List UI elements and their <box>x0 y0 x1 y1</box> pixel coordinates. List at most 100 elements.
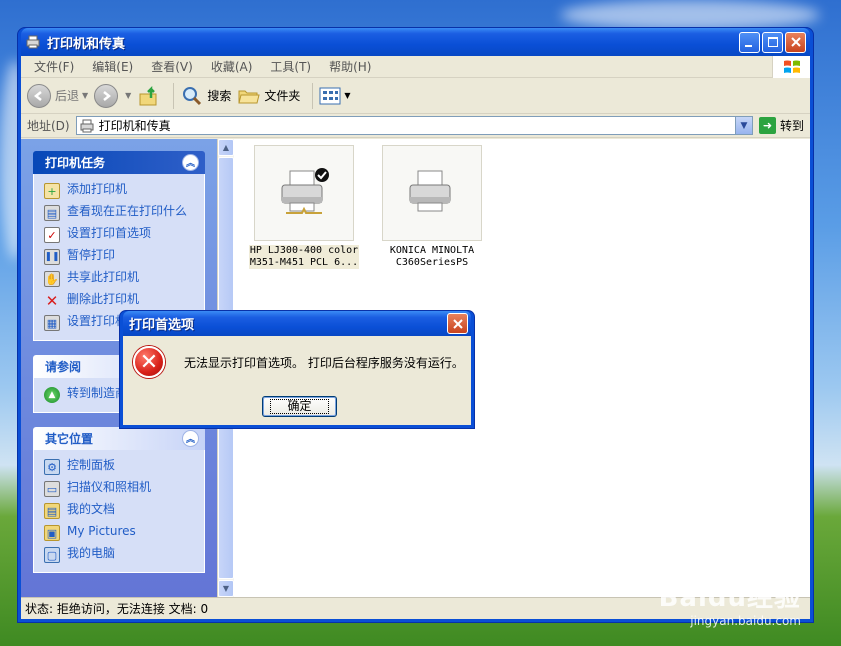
printer-thumbnail <box>254 145 354 241</box>
folders-button[interactable]: 文件夹 <box>237 84 300 108</box>
chevron-down-icon: ▼ <box>344 91 351 100</box>
forward-arrow-icon <box>94 83 119 108</box>
toolbar: 后退 ▼ ▼ 搜索 文件夹 ▼ <box>21 78 810 114</box>
minimize-button[interactable] <box>739 31 760 53</box>
address-input[interactable]: 打印机和传真 ▼ <box>75 116 753 135</box>
printer-icon <box>409 170 451 212</box>
views-button[interactable]: ▼ <box>319 86 351 106</box>
go-button[interactable]: ➜ 转到 <box>753 117 810 134</box>
dialog-body: ✕ 无法显示打印首选项。 打印后台程序服务没有运行。 确定 <box>123 336 471 425</box>
scroll-up-button[interactable]: ▲ <box>218 139 234 156</box>
search-label: 搜索 <box>207 89 232 103</box>
error-dialog: 打印首选项 ✕ 无法显示打印首选项。 打印后台程序服务没有运行。 确定 <box>119 310 475 429</box>
printer-icon <box>281 168 329 214</box>
chevron-down-icon: ▼ <box>125 91 132 100</box>
print-queue-icon: ▤ <box>44 205 60 221</box>
maximize-button[interactable] <box>762 31 783 53</box>
dialog-close-button[interactable] <box>447 313 468 334</box>
folders-label: 文件夹 <box>264 89 301 103</box>
status-text: 状态: 拒绝访问，无法连接 文档: 0 <box>25 602 209 616</box>
printer-label: HP LJ300-400 color M351-M451 PCL 6... <box>249 245 359 269</box>
printer-thumbnail <box>382 145 482 241</box>
printer-item[interactable]: KONICA MINOLTA C360SeriesPS <box>377 145 487 269</box>
share-printer-icon: ✋ <box>44 271 60 287</box>
window-title: 打印机和传真 <box>47 36 126 52</box>
printer-folder-icon <box>80 119 94 132</box>
other-places-body: ⚙ 控制面板 ▭ 扫描仪和照相机 ▤ 我的文档 ▣ My Pictures ▢ … <box>33 450 205 573</box>
views-icon <box>319 87 341 104</box>
task-see-printing[interactable]: ▤ 查看现在正在打印什么 <box>44 202 196 224</box>
search-icon <box>183 86 202 105</box>
task-pause-printing[interactable]: ❚❚ 暂停打印 <box>44 246 196 268</box>
error-icon: ✕ <box>133 346 165 378</box>
address-label: 地址(D) <box>27 119 70 133</box>
address-value: 打印机和传真 <box>98 119 171 133</box>
scroll-down-button[interactable]: ▼ <box>218 580 234 597</box>
add-printer-icon: + <box>44 183 60 199</box>
maximize-icon <box>767 37 778 47</box>
dialog-title: 打印首选项 <box>129 318 195 333</box>
back-label: 后退 <box>55 89 80 103</box>
printer-label: KONICA MINOLTA C360SeriesPS <box>389 245 475 268</box>
address-dropdown-button[interactable]: ▼ <box>734 117 752 134</box>
place-my-documents[interactable]: ▤ 我的文档 <box>44 500 196 522</box>
task-add-printer[interactable]: + 添加打印机 <box>44 180 196 202</box>
go-arrow-icon: ➜ <box>758 117 776 134</box>
menu-bar: 文件(F) 编辑(E) 查看(V) 收藏(A) 工具(T) 帮助(H) <box>21 56 810 78</box>
watermark-logo: Baidu经验 <box>658 583 801 613</box>
printer-properties-icon: ▦ <box>44 315 60 331</box>
place-my-pictures[interactable]: ▣ My Pictures <box>44 522 196 544</box>
address-bar: 地址(D) 打印机和传真 ▼ ➜ 转到 <box>21 114 810 138</box>
up-folder-button[interactable] <box>137 84 161 108</box>
close-icon <box>790 37 801 47</box>
printer-item[interactable]: HP LJ300-400 color M351-M451 PCL 6... <box>249 145 359 269</box>
up-folder-icon <box>139 85 157 105</box>
place-scanners-cameras[interactable]: ▭ 扫描仪和照相机 <box>44 478 196 500</box>
collapse-icon[interactable]: ︽ <box>182 154 199 171</box>
web-link-icon: ▲ <box>44 387 60 403</box>
chevron-down-icon: ▼ <box>82 91 89 100</box>
windows-logo <box>772 56 810 78</box>
menu-favorites[interactable]: 收藏(A) <box>202 58 262 75</box>
menu-help[interactable]: 帮助(H) <box>320 58 380 75</box>
menu-view[interactable]: 查看(V) <box>142 58 202 75</box>
search-button[interactable]: 搜索 <box>180 84 231 108</box>
minimize-icon <box>745 44 752 47</box>
back-arrow-icon <box>27 83 51 108</box>
place-control-panel[interactable]: ⚙ 控制面板 <box>44 456 196 478</box>
delete-icon: ✕ <box>45 291 59 310</box>
watermark: Baidu经验 jingyan.baidu.com <box>659 577 801 628</box>
cloud <box>560 0 820 30</box>
toolbar-separator <box>312 82 314 109</box>
ok-button[interactable]: 确定 <box>262 396 337 417</box>
menu-file[interactable]: 文件(F) <box>25 58 83 75</box>
toolbar-separator <box>173 82 175 109</box>
menu-tools[interactable]: 工具(T) <box>261 58 320 75</box>
other-places-panel: 其它位置 ︽ ⚙ 控制面板 ▭ 扫描仪和照相机 ▤ 我的文档 ▣ My Pict… <box>33 427 205 573</box>
other-places-header[interactable]: 其它位置 ︽ <box>33 427 205 450</box>
preferences-icon: ✓ <box>44 227 60 243</box>
printer-tasks-header[interactable]: 打印机任务 ︽ <box>33 151 205 174</box>
watermark-url: jingyan.baidu.com <box>690 614 801 628</box>
dialog-title-bar[interactable]: 打印首选项 <box>123 311 471 336</box>
title-bar[interactable]: 打印机和传真 <box>21 28 810 56</box>
my-pictures-icon: ▣ <box>44 525 60 541</box>
collapse-icon[interactable]: ︽ <box>182 430 199 447</box>
task-printing-preferences[interactable]: ✓ 设置打印首选项 <box>44 224 196 246</box>
close-icon <box>452 318 463 329</box>
pause-printer-icon: ❚❚ <box>44 249 60 265</box>
dialog-message: 无法显示打印首选项。 打印后台程序服务没有运行。 <box>184 356 464 370</box>
my-computer-icon: ▢ <box>44 547 60 563</box>
printer-folder-icon <box>26 35 40 49</box>
folder-icon <box>238 90 260 103</box>
back-button[interactable]: 后退 ▼ <box>27 83 89 108</box>
control-panel-icon: ⚙ <box>44 459 60 475</box>
menu-edit[interactable]: 编辑(E) <box>83 58 142 75</box>
task-delete-printer[interactable]: ✕ 删除此打印机 <box>44 290 196 312</box>
close-button[interactable] <box>785 31 806 53</box>
windows-flag-icon <box>783 60 800 73</box>
task-share-printer[interactable]: ✋ 共享此打印机 <box>44 268 196 290</box>
scanner-icon: ▭ <box>44 481 60 497</box>
place-my-computer[interactable]: ▢ 我的电脑 <box>44 544 196 566</box>
forward-button[interactable]: ▼ <box>94 83 132 108</box>
